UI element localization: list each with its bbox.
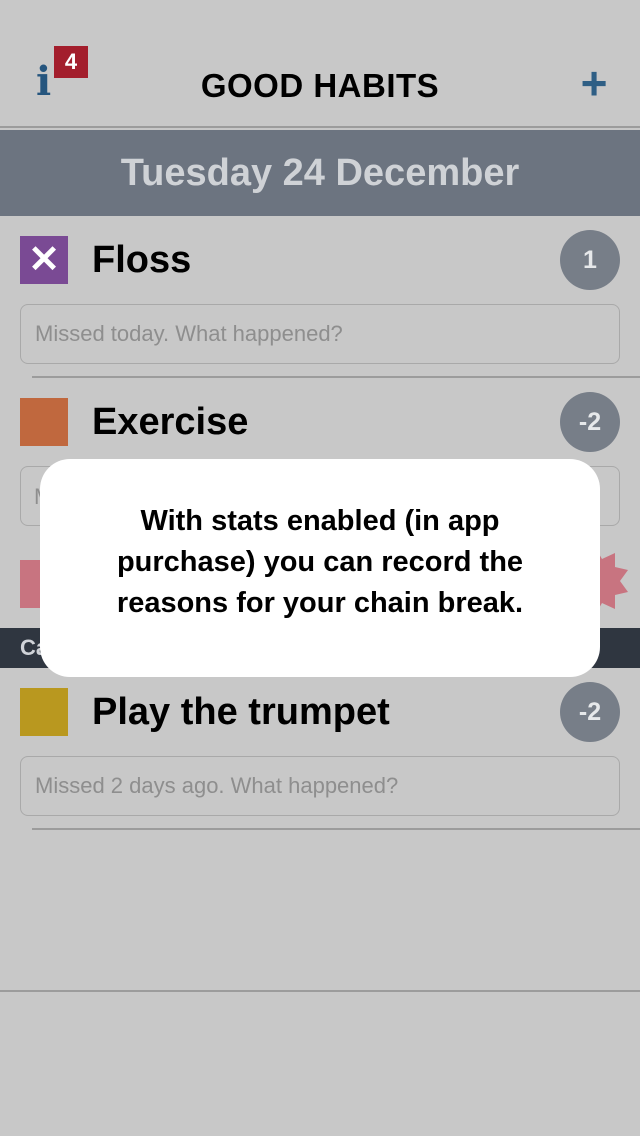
chain-count-badge: -2 <box>560 682 620 742</box>
missed-reason-input[interactable] <box>20 756 620 816</box>
missed-reason-input[interactable] <box>20 304 620 364</box>
plus-icon: + <box>580 57 608 109</box>
info-icon: i <box>36 58 52 105</box>
habit-color-swatch[interactable] <box>20 398 68 446</box>
footer-divider <box>0 990 640 992</box>
navigation-bar: i 4 GOOD HABITS + <box>0 0 640 128</box>
habit-row-play-the-trumpet[interactable]: Play the trumpet -2 <box>0 668 640 830</box>
date-label: Tuesday 24 December <box>120 152 520 194</box>
popup-message: With stats enabled (in app purchase) you… <box>116 505 524 619</box>
habit-name: Floss <box>92 239 192 281</box>
chain-count-badge: 1 <box>560 230 620 290</box>
habit-name: Play the trumpet <box>92 691 390 733</box>
habit-status-missed-icon[interactable]: ✕ <box>20 236 68 284</box>
notification-badge: 4 <box>54 46 88 78</box>
add-habit-button[interactable]: + <box>570 58 618 108</box>
habit-row-floss[interactable]: ✕ Floss 1 <box>0 216 640 378</box>
habit-name: Exercise <box>92 401 249 443</box>
row-divider <box>32 828 640 830</box>
date-header: Tuesday 24 December <box>0 130 640 216</box>
app-title: GOOD HABITS <box>200 67 440 104</box>
stats-info-popup[interactable]: With stats enabled (in app purchase) you… <box>40 459 600 677</box>
habit-color-swatch[interactable] <box>20 688 68 736</box>
chain-count-badge: -2 <box>560 392 620 452</box>
